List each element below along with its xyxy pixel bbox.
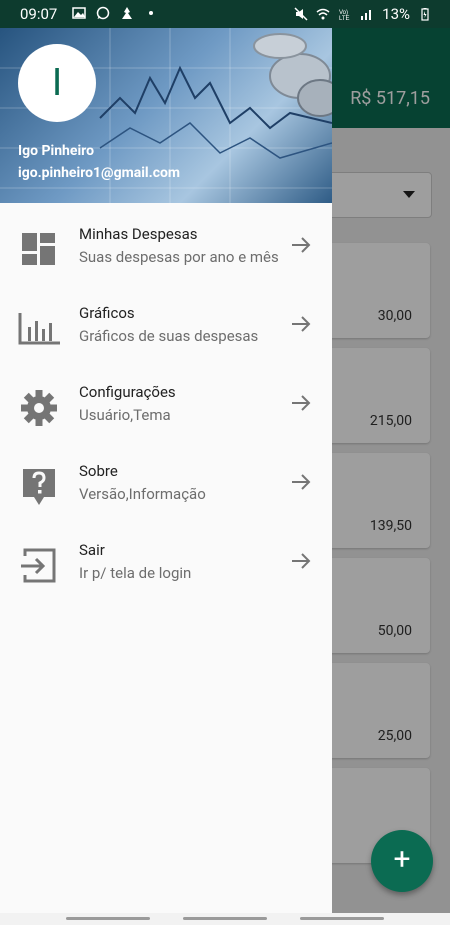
menu-item-sair[interactable]: Sair Ir p/ tela de login	[0, 526, 332, 605]
volte-icon: Vo)LTE	[339, 10, 350, 21]
user-email: igo.pinheiro1@gmail.com	[18, 165, 181, 181]
arrow-right-icon	[292, 316, 311, 332]
nav-home-handle[interactable]	[183, 917, 267, 920]
menu-item-subtitle: Versão,Informação	[79, 485, 206, 503]
status-time: 09:07	[20, 5, 58, 23]
menu-item-sobre[interactable]: Sobre Versão,Informação	[0, 447, 332, 526]
drawer-header: I Igo Pinheiro igo.pinheiro1@gmail.com	[0, 28, 332, 203]
user-name: Igo Pinheiro	[18, 143, 94, 159]
dashboard-icon	[22, 233, 55, 265]
mute-icon	[294, 7, 308, 21]
menu-item-subtitle: Usuário,Tema	[79, 406, 171, 424]
wifi-icon	[316, 8, 330, 20]
bar-chart-icon	[18, 313, 60, 345]
menu-item-subtitle: Ir p/ tela de login	[79, 564, 192, 582]
dot-icon	[149, 11, 153, 15]
app-icon	[122, 7, 132, 19]
whatsapp-icon	[96, 6, 110, 20]
arrow-right-icon	[292, 395, 311, 411]
avatar[interactable]: I	[18, 44, 96, 122]
add-expense-button[interactable]: +	[371, 830, 433, 892]
svg-text:LTE: LTE	[339, 16, 350, 21]
menu-item-configuracoes[interactable]: Configurações Usuário,Tema	[0, 368, 332, 447]
menu-item-title: Minhas Despesas	[79, 225, 198, 243]
nav-back-handle[interactable]	[66, 917, 150, 920]
battery-text: 13%	[382, 5, 410, 23]
menu-item-title: Sair	[79, 541, 105, 559]
menu-item-title: Gráficos	[79, 304, 135, 322]
arrow-right-icon	[292, 553, 311, 569]
arrow-right-icon	[292, 237, 311, 253]
navigation-drawer: I Igo Pinheiro igo.pinheiro1@gmail.com M…	[0, 28, 332, 913]
logout-icon	[21, 548, 56, 583]
status-bar: 09:07 Vo) LTE 13%	[0, 0, 450, 28]
nav-recents-handle[interactable]	[300, 917, 384, 920]
signal-icon	[361, 10, 372, 20]
menu-item-title: Configurações	[79, 383, 176, 401]
help-icon	[23, 469, 55, 505]
menu-item-minhas-despesas[interactable]: Minhas Despesas Suas despesas por ano e …	[0, 210, 332, 289]
menu-item-subtitle: Suas despesas por ano e mês	[79, 248, 279, 266]
menu-item-graficos[interactable]: Gráficos Gráficos de suas despesas	[0, 289, 332, 368]
arrow-right-icon	[292, 474, 311, 490]
image-icon	[72, 7, 86, 19]
battery-icon	[421, 8, 429, 21]
menu-item-subtitle: Gráficos de suas despesas	[79, 327, 259, 345]
menu-item-title: Sobre	[79, 462, 118, 480]
gear-icon	[21, 390, 57, 426]
system-nav-bar	[0, 913, 450, 925]
